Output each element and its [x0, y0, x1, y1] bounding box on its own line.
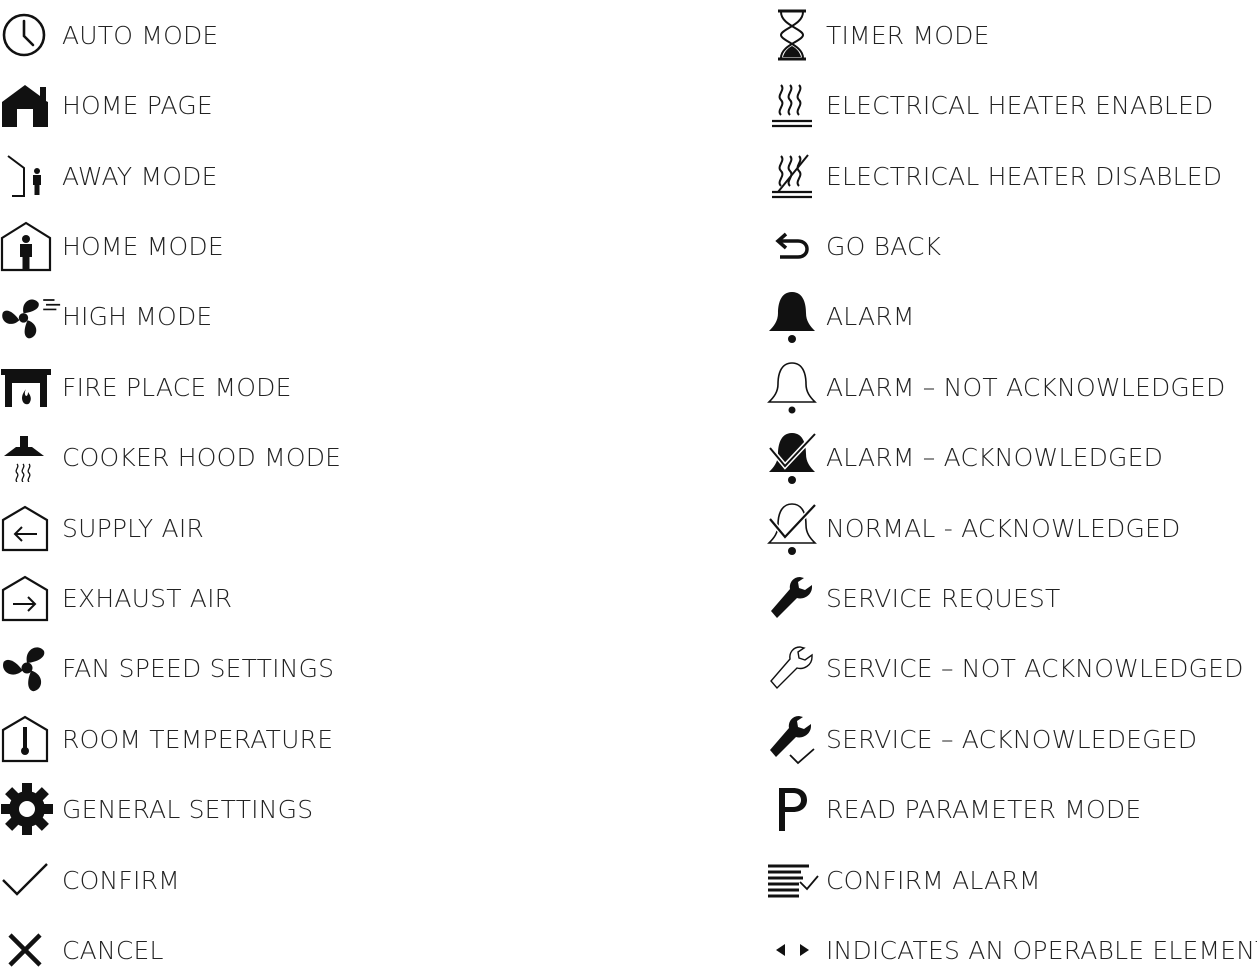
legend-row-normal-acknowledged: NORMAL - ACKNOWLEDGED: [757, 498, 1180, 558]
legend-row-supply-air: SUPPLY AIR: [0, 498, 204, 558]
legend-row-confirm: CONFIRM: [0, 850, 180, 910]
legend-row-service-acknowledged: SERVICE – ACKNOWLEDEGED: [757, 709, 1197, 769]
legend-label: ALARM: [826, 301, 915, 331]
fan-high-icon: [0, 286, 62, 346]
confirm-alarm-icon: [757, 850, 826, 910]
gear-icon: [0, 779, 62, 839]
legend-row-high-mode: HIGH MODE: [0, 286, 212, 346]
go-back-icon: [757, 216, 826, 276]
heater-enabled-icon: [757, 75, 826, 135]
legend-label: COOKER HOOD MODE: [62, 442, 342, 472]
bell-icon: [757, 286, 826, 346]
cooker-hood-icon: [0, 427, 62, 487]
house-icon: [0, 75, 62, 135]
bell-acknowledged-icon: [757, 427, 826, 487]
legend-label: ROOM TEMPERATURE: [62, 724, 334, 754]
legend-row-auto-mode: AUTO MODE: [0, 5, 218, 65]
legend-label: CANCEL: [62, 935, 164, 965]
legend-label: SERVICE REQUEST: [826, 583, 1061, 613]
legend-row-exhaust-air: EXHAUST AIR: [0, 568, 232, 628]
legend-label: NORMAL - ACKNOWLEDGED: [826, 513, 1181, 543]
exhaust-air-icon: [0, 568, 62, 628]
legend-label: HIGH MODE: [62, 301, 213, 331]
legend-label: TIMER MODE: [826, 20, 990, 50]
legend-label: SUPPLY AIR: [62, 513, 204, 543]
bell-outline-icon: [757, 357, 826, 417]
fireplace-icon: [0, 357, 62, 417]
away-person-icon: [0, 146, 62, 206]
heater-disabled-icon: [757, 146, 826, 206]
legend-row-home-page: HOME PAGE: [0, 75, 213, 135]
legend-label: ALARM – NOT ACKNOWLEDGED: [826, 372, 1226, 402]
legend-label: AWAY MODE: [62, 161, 218, 191]
legend-label: FIRE PLACE MODE: [62, 372, 292, 402]
parameter-p-icon: [757, 779, 826, 839]
legend-label: HOME MODE: [62, 231, 224, 261]
legend-label: FAN SPEED SETTINGS: [62, 653, 335, 683]
legend-label: AUTO MODE: [62, 20, 219, 50]
legend-label: HOME PAGE: [62, 90, 213, 120]
hourglass-icon: [757, 5, 826, 65]
wrench-outline-icon: [757, 638, 826, 698]
legend-row-away-mode: AWAY MODE: [0, 146, 218, 206]
legend-label: GENERAL SETTINGS: [62, 794, 314, 824]
legend-label: INDICATES AN OPERABLE ELEMENT: [826, 935, 1257, 965]
legend-row-general-settings: GENERAL SETTINGS: [0, 779, 313, 839]
legend-label: EXHAUST AIR: [62, 583, 233, 613]
legend-row-timer-mode: TIMER MODE: [757, 5, 990, 65]
checkmark-icon: [0, 850, 62, 910]
legend-label: ALARM – ACKNOWLEDGED: [826, 442, 1164, 472]
legend-row-alarm: ALARM: [757, 286, 915, 346]
legend-row-fan-speed-settings: FAN SPEED SETTINGS: [0, 638, 334, 698]
legend-row-confirm-alarm: CONFIRM ALARM: [757, 850, 1041, 910]
clock-icon: [0, 5, 62, 65]
thermometer-icon: [0, 709, 62, 769]
legend-label: SERVICE – ACKNOWLEDEGED: [826, 724, 1198, 754]
fan-icon: [0, 638, 62, 698]
legend-row-operable-element: INDICATES AN OPERABLE ELEMENT: [757, 920, 1257, 980]
arrows-left-right-icon: [757, 920, 826, 980]
legend-row-alarm-acknowledged: ALARM – ACKNOWLEDGED: [757, 427, 1163, 487]
legend-row-service-not-acknowledged: SERVICE – NOT ACKNOWLEDGED: [757, 638, 1244, 698]
legend-row-fire-place-mode: FIRE PLACE MODE: [0, 357, 292, 417]
legend-row-electrical-heater-enabled: ELECTRICAL HEATER ENABLED: [757, 75, 1214, 135]
cross-icon: [0, 920, 62, 980]
legend-row-home-mode: HOME MODE: [0, 216, 224, 276]
legend-label: SERVICE – NOT ACKNOWLEDGED: [826, 653, 1244, 683]
legend-row-alarm-not-acknowledged: ALARM – NOT ACKNOWLEDGED: [757, 357, 1225, 417]
wrench-check-icon: [757, 709, 826, 769]
legend-label: ELECTRICAL HEATER ENABLED: [826, 90, 1214, 120]
legend-label: READ PARAMETER MODE: [826, 794, 1142, 824]
home-person-icon: [0, 216, 62, 276]
wrench-icon: [757, 568, 826, 628]
legend-row-read-parameter-mode: READ PARAMETER MODE: [757, 779, 1141, 839]
legend-row-go-back: GO BACK: [757, 216, 941, 276]
supply-air-icon: [0, 498, 62, 558]
legend-row-cancel: CANCEL: [0, 920, 164, 980]
legend-row-electrical-heater-disabled: ELECTRICAL HEATER DISABLED: [757, 146, 1222, 206]
bell-normal-acknowledged-icon: [757, 498, 826, 558]
legend-row-room-temperature: ROOM TEMPERATURE: [0, 709, 333, 769]
legend-label: ELECTRICAL HEATER DISABLED: [826, 161, 1223, 191]
legend-label: CONFIRM: [62, 865, 180, 895]
legend-row-cooker-hood-mode: COOKER HOOD MODE: [0, 427, 341, 487]
legend-label: GO BACK: [826, 231, 942, 261]
legend-label: CONFIRM ALARM: [826, 865, 1041, 895]
legend-row-service-request: SERVICE REQUEST: [757, 568, 1060, 628]
